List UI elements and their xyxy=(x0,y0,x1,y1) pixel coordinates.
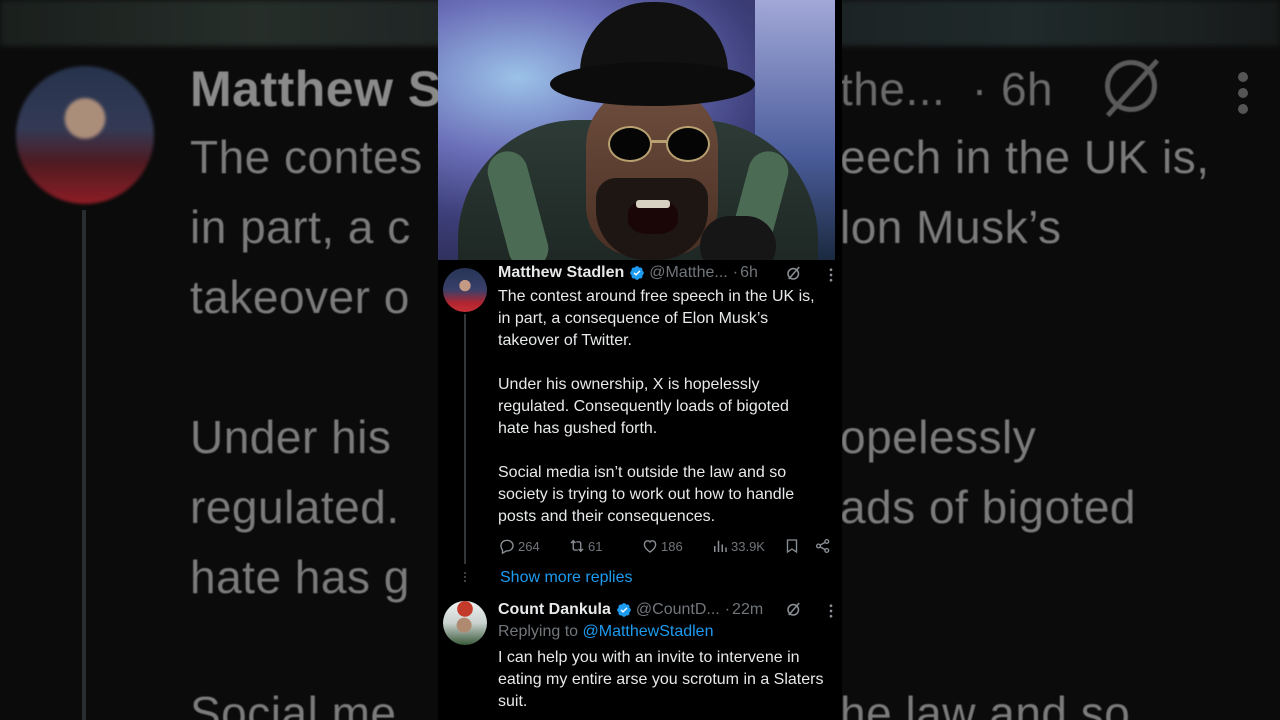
background-line: regulated. xyxy=(190,481,400,533)
display-name[interactable]: Count Dankula xyxy=(498,601,611,619)
views-button[interactable]: 33.9K xyxy=(711,536,765,556)
bookmark-icon[interactable] xyxy=(783,536,803,556)
background-line: opelessly xyxy=(840,411,1037,463)
tweet-paragraph: The contest around free speech in the UK… xyxy=(498,288,815,349)
replying-to-line: Replying to @MatthewStadlen xyxy=(498,623,714,640)
show-more-replies-link[interactable]: Show more replies xyxy=(500,569,633,587)
background-avatar xyxy=(16,66,154,204)
background-line: Under his xyxy=(190,411,392,463)
tweet-paragraph: Under his ownership, X is hopelessly reg… xyxy=(498,376,789,437)
grok-icon[interactable] xyxy=(785,264,803,282)
verified-badge-icon xyxy=(629,265,645,281)
thread-gap-dots xyxy=(463,572,467,586)
share-icon[interactable] xyxy=(814,536,834,556)
avatar[interactable] xyxy=(443,268,487,312)
repost-count: 61 xyxy=(588,538,603,554)
background-more-icon xyxy=(1238,72,1250,116)
mention-link[interactable]: @MatthewStadlen xyxy=(583,623,714,640)
repost-button[interactable]: 61 xyxy=(568,536,602,556)
reply-button[interactable]: 264 xyxy=(498,536,540,556)
action-bar: 264 61 186 33.9K xyxy=(498,536,838,556)
handle[interactable]: @Matthe... xyxy=(649,264,728,282)
timestamp[interactable]: 22m xyxy=(732,601,763,619)
tweet-matthew-stadlen[interactable]: Matthew Stadlen @Matthe... · 6h The cont… xyxy=(438,260,842,564)
sunglasses xyxy=(608,126,652,162)
display-name[interactable]: Matthew Stadlen xyxy=(498,264,624,282)
background-grok-icon xyxy=(1105,60,1157,112)
background-line: in part, a c xyxy=(190,201,411,253)
background-line: The contes xyxy=(190,131,423,183)
handle[interactable]: @CountD... xyxy=(636,601,720,619)
more-options-icon[interactable] xyxy=(822,266,840,284)
background-line: he law and so xyxy=(840,687,1131,720)
webcam-video[interactable] xyxy=(438,0,835,260)
grok-icon[interactable] xyxy=(785,600,803,618)
background-line: lon Musk’s xyxy=(840,201,1062,253)
verified-badge-icon xyxy=(616,602,632,618)
background-line: ads of bigoted xyxy=(840,481,1137,533)
background-line: eech in the UK is, xyxy=(840,131,1210,183)
tweet-text: The contest around free speech in the UK… xyxy=(498,286,838,528)
like-count: 186 xyxy=(661,538,683,554)
background-line: takeover o xyxy=(190,271,410,323)
view-count: 33.9K xyxy=(731,538,765,554)
tweet-paragraph: Social media isn’t outside the law and s… xyxy=(498,464,795,525)
background-line: Social me xyxy=(190,687,397,720)
background-thread-line xyxy=(82,210,86,720)
like-button[interactable]: 186 xyxy=(641,536,683,556)
avatar[interactable] xyxy=(443,601,487,645)
background-line: hate has g xyxy=(190,551,410,603)
tweet-header: Matthew Stadlen @Matthe... · 6h xyxy=(498,264,758,282)
tweet-text: I can help you with an invite to interve… xyxy=(498,647,842,713)
tweet-paragraph: I can help you with an invite to interve… xyxy=(498,649,824,710)
timestamp[interactable]: 6h xyxy=(740,264,758,282)
more-options-icon[interactable] xyxy=(822,602,840,620)
short-video-frame: Matthew Stadlen @Matthe... · 6h The cont… xyxy=(438,0,842,720)
reply-count: 264 xyxy=(518,538,540,554)
thread-line xyxy=(464,314,466,564)
background-handle: the... · 6h xyxy=(840,63,1054,115)
microphone xyxy=(700,216,776,260)
tweet-count-dankula[interactable]: Count Dankula @CountD... · 22m Replying … xyxy=(438,601,842,720)
tweet-header: Count Dankula @CountD... · 22m xyxy=(498,601,764,619)
background-name: Matthew S xyxy=(190,61,442,117)
